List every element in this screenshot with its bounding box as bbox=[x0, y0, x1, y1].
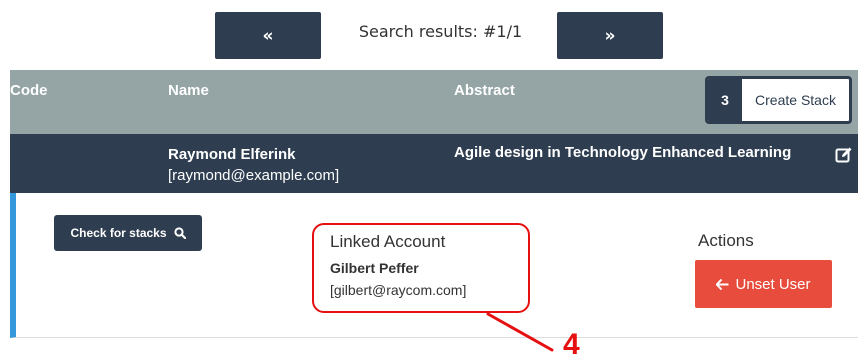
column-header-code: Code bbox=[10, 82, 48, 99]
search-icon bbox=[173, 227, 186, 239]
row-user-email: [raymond@example.com] bbox=[168, 167, 340, 184]
column-header-name: Name bbox=[168, 82, 209, 99]
annotation-number: 4 bbox=[563, 328, 580, 361]
row-name-cell: Raymond Elferink [raymond@example.com] bbox=[168, 144, 339, 186]
actions-title: Actions bbox=[698, 231, 754, 250]
create-stack-button[interactable]: 3 Create Stack bbox=[705, 76, 852, 124]
stack-count-badge: 3 bbox=[708, 79, 742, 121]
column-header-abstract: Abstract bbox=[454, 82, 515, 99]
linked-account-name: Gilbert Peffer bbox=[330, 260, 419, 276]
row-abstract-cell: Agile design in Technology Enhanced Lear… bbox=[454, 144, 792, 161]
pagination-bar: « Search results: #1/1 » bbox=[0, 12, 858, 62]
unset-user-button[interactable]: Unset User bbox=[695, 260, 832, 308]
next-page-button[interactable]: » bbox=[557, 12, 663, 59]
unset-user-label: Unset User bbox=[735, 275, 811, 293]
table-header: Code Name Abstract 3 Create Stack bbox=[10, 70, 858, 134]
linked-account-box: Linked Account Gilbert Peffer [gilbert@r… bbox=[312, 223, 530, 313]
linked-account-email: [gilbert@raycom.com] bbox=[330, 282, 467, 298]
table-row[interactable]: Raymond Elferink [raymond@example.com] A… bbox=[10, 134, 858, 193]
search-results-status: Search results: #1/1 bbox=[358, 22, 523, 41]
prev-page-button[interactable]: « bbox=[215, 12, 321, 59]
linked-account-title: Linked Account bbox=[330, 232, 446, 251]
check-for-stacks-label: Check for stacks bbox=[70, 226, 167, 240]
check-for-stacks-button[interactable]: Check for stacks bbox=[54, 215, 202, 251]
double-left-arrow-icon: « bbox=[262, 25, 274, 46]
arrow-left-icon bbox=[716, 278, 729, 290]
row-user-name: Raymond Elferink bbox=[168, 146, 296, 163]
double-right-arrow-icon: » bbox=[604, 25, 616, 46]
create-stack-label: Create Stack bbox=[755, 92, 836, 108]
expanded-row-detail: Check for stacks Linked Account Gilbert … bbox=[10, 193, 858, 338]
edit-icon[interactable] bbox=[835, 146, 853, 164]
